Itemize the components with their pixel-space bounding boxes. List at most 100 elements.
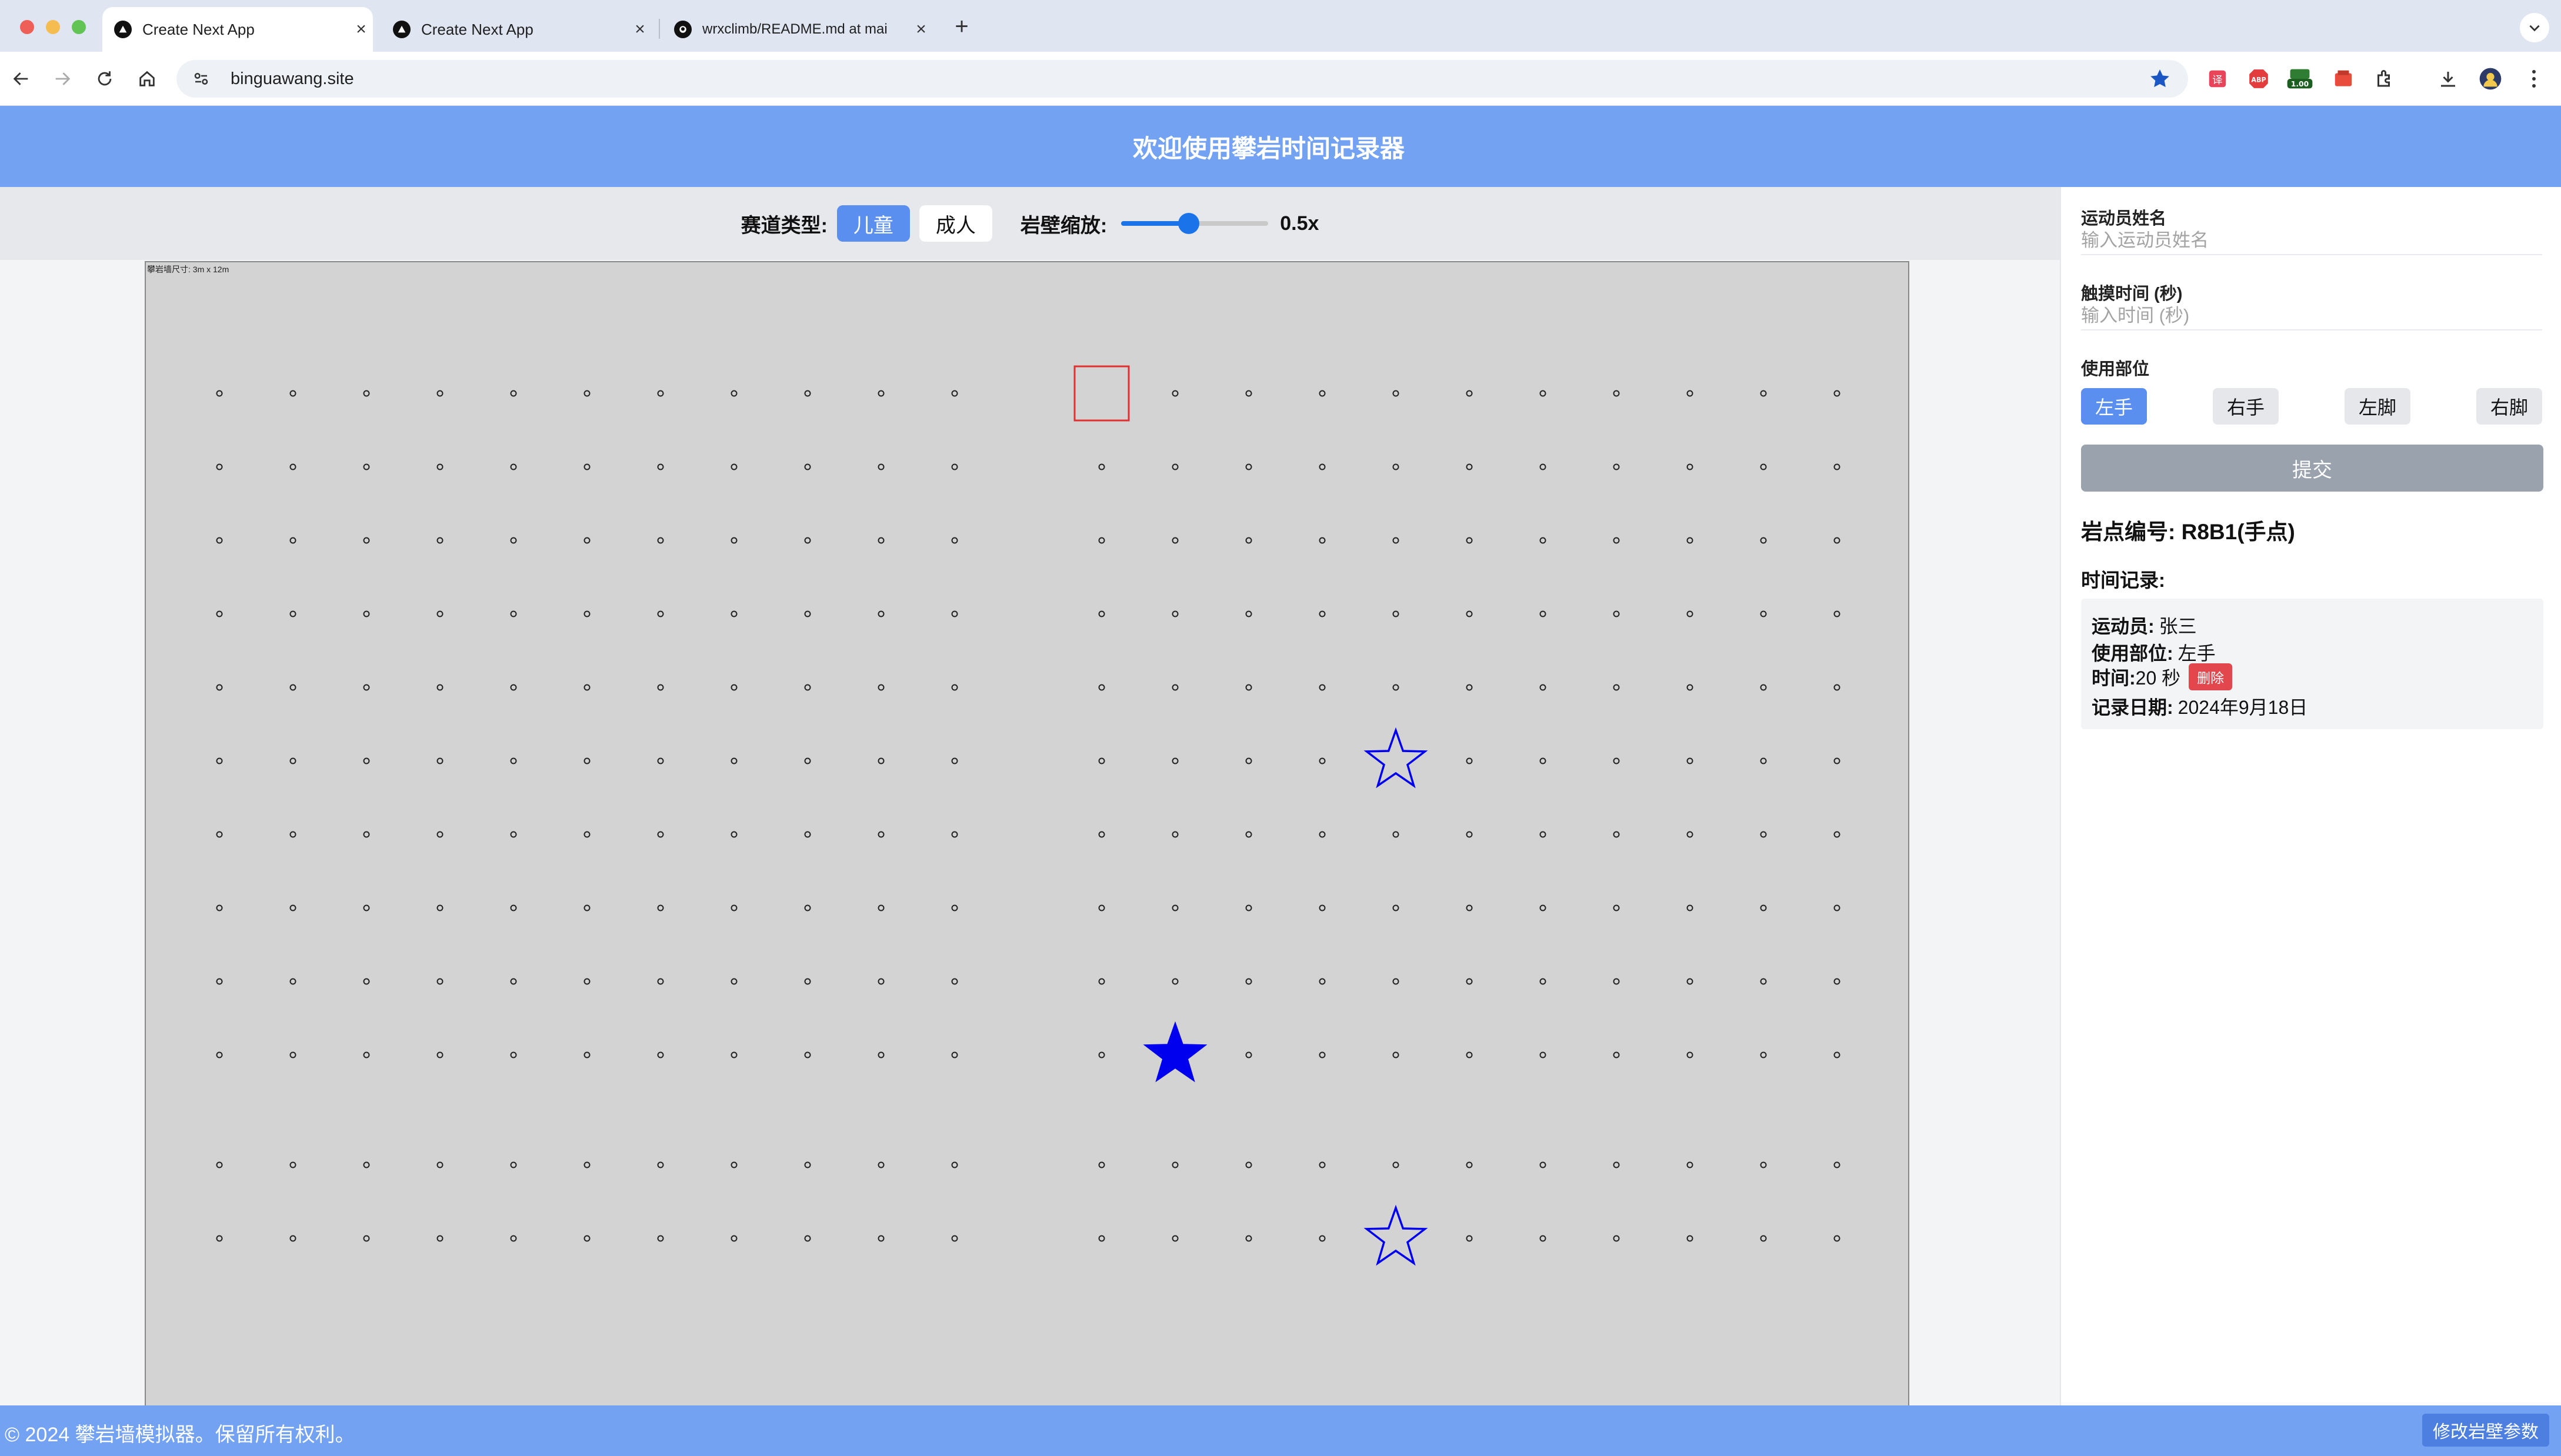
- climbing-hold[interactable]: [1172, 684, 1179, 691]
- climbing-hold[interactable]: [1833, 1161, 1840, 1168]
- climbing-hold[interactable]: [1466, 684, 1473, 691]
- part-left-foot-button[interactable]: 左脚: [2345, 388, 2411, 425]
- climbing-hold[interactable]: [1833, 684, 1840, 691]
- climbing-hold[interactable]: [804, 1235, 811, 1242]
- climbing-hold[interactable]: [1098, 1161, 1105, 1168]
- climbing-hold[interactable]: [951, 1235, 958, 1242]
- address-bar[interactable]: binguawang.site: [176, 60, 2188, 98]
- climbing-hold[interactable]: [1539, 757, 1546, 764]
- climbing-hold[interactable]: [1833, 1235, 1840, 1242]
- window-minimize-dot[interactable]: [46, 20, 60, 34]
- climbing-hold[interactable]: [1613, 610, 1620, 617]
- speed-extension-icon[interactable]: 1.00: [2286, 65, 2314, 93]
- climbing-hold[interactable]: [363, 463, 370, 470]
- climbing-hold[interactable]: [1466, 757, 1473, 764]
- climbing-hold[interactable]: [731, 463, 738, 470]
- climbing-hold[interactable]: [1539, 831, 1546, 838]
- climbing-hold[interactable]: [657, 390, 664, 397]
- climbing-hold[interactable]: [1245, 757, 1252, 764]
- climbing-hold[interactable]: [436, 537, 443, 544]
- climbing-hold[interactable]: [951, 978, 958, 985]
- climbing-hold[interactable]: [1319, 537, 1326, 544]
- climbing-hold[interactable]: [436, 463, 443, 470]
- climbing-hold[interactable]: [1760, 757, 1767, 764]
- climbing-hold[interactable]: [363, 610, 370, 617]
- climbing-hold[interactable]: [951, 904, 958, 911]
- climbing-hold[interactable]: [804, 537, 811, 544]
- extensions-puzzle-icon[interactable]: [2370, 65, 2399, 93]
- climbing-hold[interactable]: [1319, 757, 1326, 764]
- climbing-hold[interactable]: [510, 463, 517, 470]
- climbing-hold[interactable]: [1392, 684, 1399, 691]
- climbing-hold[interactable]: [1245, 537, 1252, 544]
- climbing-hold[interactable]: [583, 684, 591, 691]
- forward-arrow-icon[interactable]: [46, 62, 79, 95]
- climbing-hold[interactable]: [289, 831, 296, 838]
- climbing-hold[interactable]: [1760, 537, 1767, 544]
- climbing-hold[interactable]: [657, 757, 664, 764]
- climbing-hold[interactable]: [804, 390, 811, 397]
- climbing-hold[interactable]: [289, 904, 296, 911]
- selected-hold-box[interactable]: [1073, 365, 1130, 422]
- climbing-hold[interactable]: [1613, 904, 1620, 911]
- climbing-hold[interactable]: [1245, 1235, 1252, 1242]
- climbing-hold[interactable]: [436, 831, 443, 838]
- submit-button[interactable]: 提交: [2081, 445, 2543, 492]
- climbing-hold[interactable]: [1245, 978, 1252, 985]
- climbing-hold[interactable]: [657, 1235, 664, 1242]
- window-close-dot[interactable]: [20, 20, 34, 34]
- climbing-hold[interactable]: [1833, 904, 1840, 911]
- climbing-hold[interactable]: [657, 978, 664, 985]
- climbing-hold[interactable]: [1539, 390, 1546, 397]
- climbing-hold[interactable]: [1172, 610, 1179, 617]
- bookmark-star-icon[interactable]: [2148, 67, 2172, 91]
- climbing-hold[interactable]: [1392, 831, 1399, 838]
- climbing-hold[interactable]: [436, 978, 443, 985]
- climbing-hold[interactable]: [1172, 1235, 1179, 1242]
- climbing-hold[interactable]: [583, 757, 591, 764]
- climbing-hold[interactable]: [951, 537, 958, 544]
- climbing-hold[interactable]: [363, 1051, 370, 1058]
- climbing-hold[interactable]: [731, 904, 738, 911]
- climbing-hold[interactable]: [1760, 1161, 1767, 1168]
- climbing-hold[interactable]: [1686, 684, 1693, 691]
- climbing-hold[interactable]: [731, 1235, 738, 1242]
- climbing-hold[interactable]: [1392, 1161, 1399, 1168]
- climbing-hold[interactable]: [510, 537, 517, 544]
- climbing-hold[interactable]: [1833, 610, 1840, 617]
- climbing-hold[interactable]: [216, 463, 223, 470]
- climbing-hold[interactable]: [1613, 978, 1620, 985]
- translate-extension-icon[interactable]: 译: [2203, 65, 2232, 93]
- climbing-hold[interactable]: [1319, 390, 1326, 397]
- climbing-hold[interactable]: [436, 390, 443, 397]
- climbing-hold[interactable]: [1833, 463, 1840, 470]
- browser-menu-icon[interactable]: [2520, 65, 2548, 93]
- climbing-hold[interactable]: [1613, 463, 1620, 470]
- climbing-hold[interactable]: [289, 757, 296, 764]
- adblock-extension-icon[interactable]: ABP: [2245, 65, 2273, 93]
- climbing-hold[interactable]: [657, 1051, 664, 1058]
- climbing-hold[interactable]: [951, 684, 958, 691]
- climbing-hold[interactable]: [1319, 684, 1326, 691]
- site-settings-icon[interactable]: [189, 67, 213, 91]
- climbing-hold[interactable]: [731, 537, 738, 544]
- climbing-hold[interactable]: [363, 904, 370, 911]
- climbing-hold[interactable]: [1760, 978, 1767, 985]
- climbing-hold[interactable]: [363, 537, 370, 544]
- climbing-hold[interactable]: [583, 1161, 591, 1168]
- climbing-hold[interactable]: [216, 904, 223, 911]
- climbing-hold[interactable]: [878, 978, 885, 985]
- climbing-hold[interactable]: [1686, 390, 1693, 397]
- climbing-hold[interactable]: [1466, 904, 1473, 911]
- climbing-hold[interactable]: [1172, 904, 1179, 911]
- climbing-hold[interactable]: [1686, 978, 1693, 985]
- climbing-hold[interactable]: [363, 978, 370, 985]
- climbing-hold[interactable]: [436, 610, 443, 617]
- climbing-hold[interactable]: [1392, 537, 1399, 544]
- delete-record-button[interactable]: 删除: [2189, 663, 2233, 690]
- climbing-hold[interactable]: [216, 1051, 223, 1058]
- climbing-hold[interactable]: [1686, 904, 1693, 911]
- climbing-hold[interactable]: [1098, 1051, 1105, 1058]
- climbing-hold[interactable]: [1686, 1235, 1693, 1242]
- part-left-hand-button[interactable]: 左手: [2081, 388, 2147, 425]
